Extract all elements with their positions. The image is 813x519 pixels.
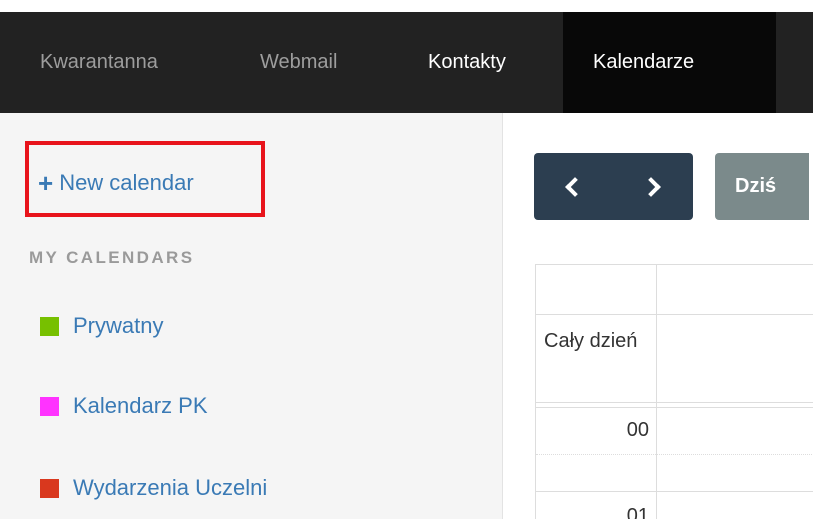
section-title-my-calendars: MY CALENDARS [29,248,195,267]
calendar-color-swatch [40,396,59,416]
all-day-label: Cały dzień [544,330,638,352]
grid-divider [656,264,657,519]
calendar-item-wydarzenia-uczelni[interactable]: Wydarzenia Uczelni [40,475,267,501]
calendar-item-label: Wydarzenia Uczelni [73,475,268,500]
chevron-right-icon[interactable] [641,176,661,197]
grid-line [536,314,813,315]
top-strip [0,0,813,12]
top-navbar: Kwarantanna Webmail Kontakty Kalendarze [0,12,813,113]
tab-kwarantanna[interactable]: Kwarantanna [40,12,158,113]
plus-icon: + [38,168,54,198]
chevron-left-icon[interactable] [565,176,585,197]
tab-webmail[interactable]: Webmail [260,12,337,113]
new-calendar-label: New calendar [59,170,194,195]
today-button[interactable]: Dziś [715,153,809,220]
calendar-grid: Cały dzień 00 01 [535,264,813,519]
hour-label: 00 [626,419,649,441]
calendar-item-prywatny[interactable]: Prywatny [40,313,163,339]
calendar-item-label: Prywatny [73,313,164,338]
grid-line [536,402,813,403]
calendar-main: Dziś Cały dzień 00 01 [504,113,813,519]
sidebar: + New calendar MY CALENDARS Prywatny Kal… [0,113,503,519]
tab-kalendarze[interactable]: Kalendarze [563,12,776,113]
tab-kontakty[interactable]: Kontakty [428,12,506,113]
calendar-item-label: Kalendarz PK [73,393,208,418]
grid-line [536,407,813,408]
grid-line [536,264,813,265]
prev-next-button-group [534,153,693,220]
grid-line [536,454,813,455]
grid-line [536,491,813,492]
calendar-item-kalendarz-pk[interactable]: Kalendarz PK [40,393,208,419]
hour-label: 01 [626,505,649,519]
calendar-color-swatch [40,478,59,498]
new-calendar-link[interactable]: + New calendar [38,170,194,196]
calendar-color-swatch [40,316,59,336]
